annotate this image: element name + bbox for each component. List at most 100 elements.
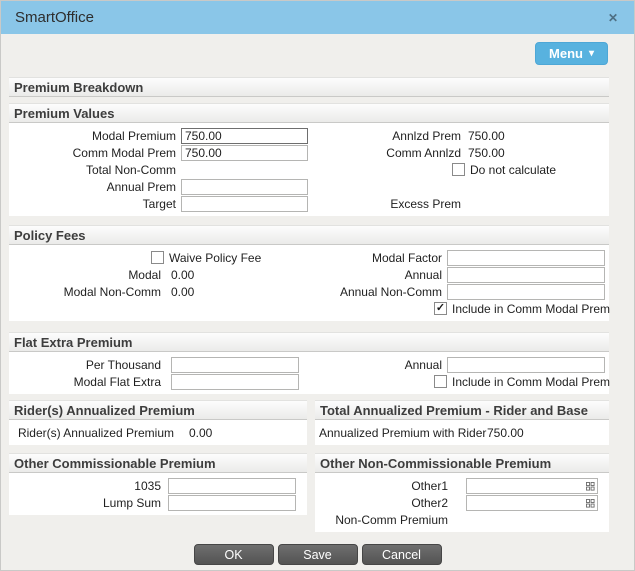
annual-fee-label: Annual bbox=[404, 267, 442, 282]
lookup-grid-icon[interactable] bbox=[586, 498, 595, 508]
lookup-grid-icon[interactable] bbox=[586, 481, 595, 491]
total-annualized-box: Annualized Premium with Rider 750.00 bbox=[315, 420, 609, 445]
total-non-comm-row: Total Non-Comm bbox=[9, 161, 309, 178]
1035-row: 1035 bbox=[9, 477, 307, 494]
comm-modal-prem-row: Comm Modal Prem bbox=[9, 144, 309, 161]
cancel-button[interactable]: Cancel bbox=[361, 544, 442, 565]
non-comm-premium-row: Non-Comm Premium bbox=[315, 511, 609, 528]
riders-annualized-box: Rider(s) Annualized Premium 0.00 bbox=[9, 420, 307, 445]
target-row: Target bbox=[9, 195, 309, 212]
modal-factor-input[interactable] bbox=[447, 249, 605, 266]
include-comm-modal-prem-checkbox[interactable]: ✓ bbox=[434, 302, 447, 315]
premium-breakdown-title: Premium Breakdown bbox=[14, 79, 144, 95]
dialog-title: SmartOffice bbox=[15, 9, 94, 26]
modal-premium-label: Modal Premium bbox=[91, 128, 176, 143]
menu-button-label: Menu bbox=[549, 46, 583, 61]
modal-fee-value: 0.00 bbox=[171, 267, 195, 282]
riders-annualized-row: Rider(s) Annualized Premium 0.00 bbox=[9, 424, 307, 441]
total-annualized-title: Total Annualized Premium - Rider and Bas… bbox=[320, 402, 588, 418]
section-riders-annualized: Rider(s) Annualized Premium bbox=[9, 400, 307, 420]
save-button[interactable]: Save bbox=[277, 544, 358, 565]
flat-extra-include-row: Include in Comm Modal Prem bbox=[309, 373, 611, 390]
waive-policy-fee-checkbox[interactable] bbox=[151, 251, 164, 264]
riders-annualized-title: Rider(s) Annualized Premium bbox=[14, 402, 195, 418]
comm-modal-prem-label: Comm Modal Prem bbox=[72, 145, 176, 160]
other1-row: Other1 bbox=[315, 477, 609, 494]
non-comm-premium-label: Non-Comm Premium bbox=[335, 512, 448, 527]
do-not-calculate-checkbox[interactable] bbox=[452, 163, 465, 176]
annlzd-prem-label: Annlzd Prem bbox=[392, 128, 461, 143]
waive-policy-fee-label: Waive Policy Fee bbox=[169, 250, 262, 265]
flat-extra-annual-input[interactable] bbox=[447, 356, 605, 373]
section-flat-extra-premium: Flat Extra Premium bbox=[9, 332, 609, 352]
other1-label: Other1 bbox=[411, 478, 448, 493]
menu-row: Menu ▾ bbox=[1, 34, 634, 65]
lump-sum-row: Lump Sum bbox=[9, 494, 307, 511]
modal-factor-label: Modal Factor bbox=[371, 250, 442, 265]
waive-policy-fee-row: Waive Policy Fee bbox=[9, 249, 309, 266]
spacer-row bbox=[309, 178, 609, 195]
other2-input[interactable] bbox=[466, 494, 598, 511]
modal-flat-extra-input[interactable] bbox=[171, 373, 299, 390]
lump-sum-label: Lump Sum bbox=[102, 495, 161, 510]
include-comm-modal-prem-row: ✓ Include in Comm Modal Prem bbox=[309, 300, 610, 317]
flat-extra-include-label: Include in Comm Modal Prem bbox=[452, 374, 611, 389]
modal-premium-input[interactable] bbox=[181, 127, 308, 144]
annual-fee-row: Annual bbox=[309, 266, 609, 283]
other2-row: Other2 bbox=[315, 494, 609, 511]
comm-modal-prem-input[interactable] bbox=[181, 144, 308, 161]
excess-prem-row: Excess Prem bbox=[309, 195, 609, 212]
total-non-comm-label: Total Non-Comm bbox=[85, 162, 176, 177]
modal-premium-row: Modal Premium bbox=[9, 127, 309, 144]
premium-values-title: Premium Values bbox=[14, 105, 115, 121]
policy-fees-title: Policy Fees bbox=[14, 227, 86, 243]
comm-annlzd-value: 750.00 bbox=[468, 145, 505, 160]
close-icon[interactable]: ✕ bbox=[604, 9, 622, 27]
section-total-annualized: Total Annualized Premium - Rider and Bas… bbox=[315, 400, 609, 420]
1035-label: 1035 bbox=[134, 478, 161, 493]
other1-input[interactable] bbox=[466, 477, 598, 494]
per-thousand-label: Per Thousand bbox=[85, 357, 161, 372]
comm-annlzd-label: Comm Annlzd bbox=[386, 145, 461, 160]
menu-button[interactable]: Menu ▾ bbox=[535, 42, 608, 65]
flat-extra-include-checkbox[interactable] bbox=[434, 375, 447, 388]
premium-values-box: Modal Premium Comm Modal Prem Total Non-… bbox=[9, 123, 609, 216]
modal-fee-row: Modal 0.00 bbox=[9, 266, 309, 283]
other-commissionable-title: Other Commissionable Premium bbox=[14, 455, 216, 471]
other-commissionable-box: 1035 Lump Sum bbox=[9, 473, 307, 515]
spacer-row bbox=[9, 300, 309, 317]
annual-non-comm-row: Annual Non-Comm bbox=[309, 283, 609, 300]
annual-prem-input[interactable] bbox=[181, 178, 308, 195]
section-other-commissionable: Other Commissionable Premium bbox=[9, 453, 307, 473]
section-premium-breakdown: Premium Breakdown bbox=[9, 77, 609, 97]
annualized-with-rider-value: 750.00 bbox=[487, 425, 524, 440]
flat-extra-premium-title: Flat Extra Premium bbox=[14, 334, 133, 350]
target-input[interactable] bbox=[181, 195, 308, 212]
annualized-with-rider-label: Annualized Premium with Rider bbox=[319, 425, 487, 440]
modal-flat-extra-row: Modal Flat Extra bbox=[9, 373, 309, 390]
ok-button[interactable]: OK bbox=[193, 544, 274, 565]
comm-annlzd-row: Comm Annlzd 750.00 bbox=[309, 144, 609, 161]
modal-non-comm-row: Modal Non-Comm 0.00 bbox=[9, 283, 309, 300]
checkmark: ✓ bbox=[435, 302, 446, 314]
per-thousand-row: Per Thousand bbox=[9, 356, 309, 373]
dialog-footer: OK Save Cancel bbox=[1, 544, 634, 565]
modal-factor-row: Modal Factor bbox=[309, 249, 609, 266]
section-premium-values: Premium Values bbox=[9, 103, 609, 123]
lump-sum-input[interactable] bbox=[168, 494, 296, 511]
modal-fee-label: Modal bbox=[128, 267, 161, 282]
modal-non-comm-value: 0.00 bbox=[171, 284, 195, 299]
flat-extra-premium-box: Per Thousand Modal Flat Extra Annual Inc… bbox=[9, 352, 611, 394]
policy-fees-box: Waive Policy Fee Modal 0.00 Modal Non-Co… bbox=[9, 245, 610, 321]
per-thousand-input[interactable] bbox=[171, 356, 299, 373]
1035-input[interactable] bbox=[168, 477, 296, 494]
flat-extra-annual-label: Annual bbox=[404, 357, 442, 372]
annual-fee-input[interactable] bbox=[447, 266, 605, 283]
dialog-content: Premium Breakdown Premium Values Modal P… bbox=[9, 77, 611, 532]
do-not-calculate-label: Do not calculate bbox=[470, 162, 557, 177]
other-non-commissionable-box: Other1 Other2 Non-Comm Premium bbox=[315, 473, 609, 532]
flat-extra-annual-row: Annual bbox=[309, 356, 609, 373]
section-policy-fees: Policy Fees bbox=[9, 225, 609, 245]
dialog-titlebar: SmartOffice ✕ bbox=[1, 1, 634, 34]
annual-non-comm-input[interactable] bbox=[447, 283, 605, 300]
